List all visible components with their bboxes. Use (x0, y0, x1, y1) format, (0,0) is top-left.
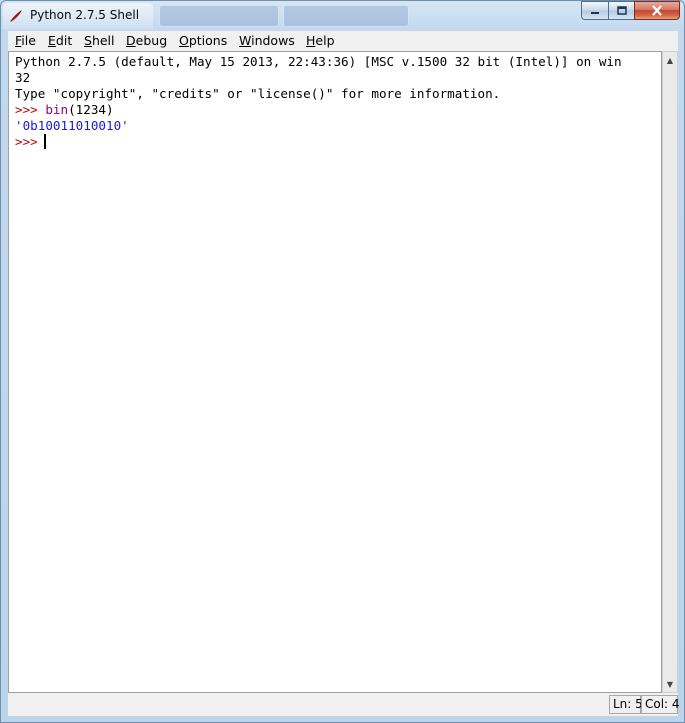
menu-mnemonic: D (126, 33, 136, 48)
menu-label: hell (91, 33, 115, 48)
status-line-number: Ln: 5 (609, 695, 643, 714)
minimize-button[interactable] (581, 1, 608, 20)
background-tab[interactable] (283, 5, 409, 27)
window-title: Python 2.7.5 Shell (30, 8, 140, 22)
shell-text-area[interactable]: Python 2.7.5 (default, May 15 2013, 22:4… (8, 51, 662, 693)
menu-windows[interactable]: Windows (239, 33, 295, 48)
menu-label: ptions (188, 33, 228, 48)
scroll-down-icon[interactable]: ▼ (663, 676, 677, 692)
command-output: '0b10011010010' (15, 118, 129, 133)
window-controls (581, 1, 680, 21)
banner-info-line: Type "copyright", "credits" or "license(… (15, 86, 501, 101)
maximize-icon (616, 6, 627, 15)
menu-mnemonic: S (84, 33, 92, 48)
banner-line: Python 2.7.5 (default, May 15 2013, 22:4… (15, 54, 622, 69)
menu-label: indows (251, 33, 295, 48)
menu-label: elp (315, 33, 335, 48)
builtin-function: bin (45, 102, 69, 117)
menu-mnemonic: H (306, 33, 316, 48)
close-button[interactable] (634, 1, 680, 20)
python-shell-window: Python 2.7.5 Shell File Edit Shell Debug… (0, 0, 685, 723)
background-window-tabs (159, 5, 409, 27)
maximize-button[interactable] (608, 1, 634, 20)
background-tab[interactable] (159, 5, 279, 27)
status-bar: Ln: 5 Col: 4 (8, 693, 680, 716)
menu-bar: File Edit Shell Debug Options Windows He… (8, 31, 678, 51)
shell-prompt: >>> (15, 134, 38, 149)
menu-help[interactable]: Help (306, 33, 335, 48)
menu-mnemonic: E (48, 33, 56, 48)
scroll-up-icon[interactable]: ▲ (663, 52, 677, 68)
close-icon (652, 5, 662, 16)
minimize-icon (591, 11, 599, 14)
menu-label: ebug (135, 33, 168, 48)
menu-mnemonic: O (179, 33, 189, 48)
menu-debug[interactable]: Debug (126, 33, 167, 48)
command-line: >>> bin(1234) (15, 102, 114, 118)
menu-options[interactable]: Options (179, 33, 227, 48)
shell-prompt: >>> (15, 102, 38, 117)
banner-line: 32 (15, 70, 31, 85)
menu-shell[interactable]: Shell (84, 33, 115, 48)
vertical-scrollbar[interactable]: ▲ ▼ (662, 51, 678, 693)
active-prompt-line[interactable]: >>> (15, 134, 46, 150)
menu-mnemonic: W (239, 33, 252, 48)
text-cursor (43, 134, 46, 149)
status-column-number: Col: 4 (641, 695, 680, 714)
tk-feather-icon (10, 10, 22, 22)
menu-label: dit (55, 33, 73, 48)
menu-file[interactable]: File (15, 33, 36, 48)
title-bar[interactable]: Python 2.7.5 Shell (1, 1, 684, 31)
command-args: (1234) (68, 102, 114, 117)
menu-edit[interactable]: Edit (48, 33, 72, 48)
menu-label: ile (21, 33, 36, 48)
